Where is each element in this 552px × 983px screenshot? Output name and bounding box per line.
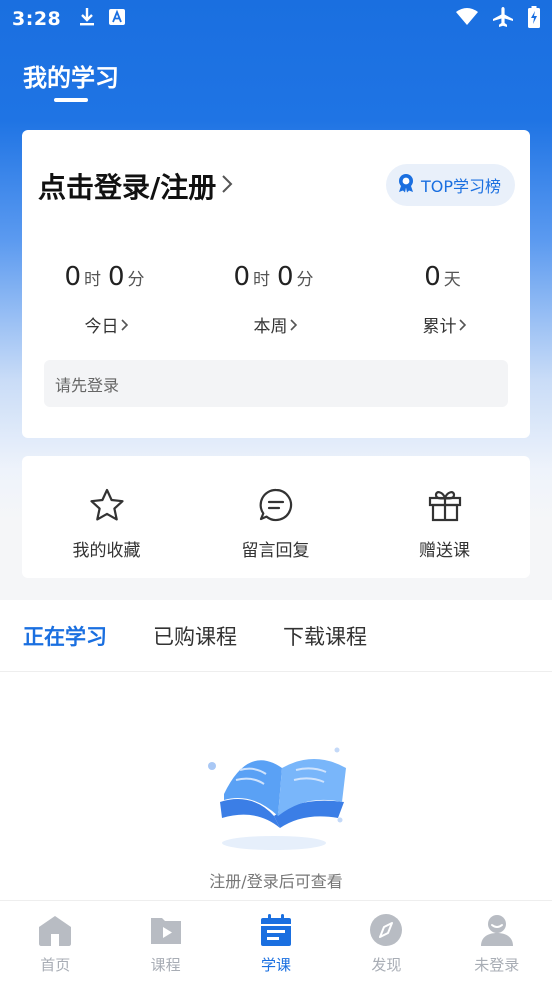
stat-today-minutes: 0 (108, 262, 125, 292)
stat-week-hours: 0 (233, 262, 250, 292)
chevron-right-icon (289, 318, 297, 331)
stat-total-link[interactable]: 累计 (360, 312, 529, 337)
status-bar: 3:28 (0, 0, 552, 38)
home-icon (38, 914, 72, 950)
login-notice[interactable]: 请先登录 (44, 360, 508, 407)
stat-total: 0 天 累计 (360, 262, 529, 337)
medal-icon (396, 173, 416, 197)
favorites-label: 我的收藏 (72, 541, 141, 561)
stat-week-link[interactable]: 本周 (191, 312, 360, 337)
app-notification-icon (109, 9, 126, 29)
minute-unit: 分 (296, 270, 314, 290)
bottom-nav: 首页 课程 学课 发现 未登录 (0, 900, 552, 983)
study-stats: 0 时 0 分 今日 0 时 0 分 本周 0 天 累计 (22, 262, 530, 337)
nav-courses[interactable]: 课程 (110, 901, 220, 983)
shortcuts-card: 我的收藏 留言回复 赠送课 (22, 456, 530, 578)
gift-course-button[interactable]: 赠送课 (360, 456, 529, 578)
nav-discover-label: 发现 (371, 956, 402, 974)
hour-unit: 时 (84, 270, 101, 290)
login-register-link[interactable]: 点击登录/注册 (38, 166, 234, 206)
download-icon (79, 7, 95, 31)
stat-today-hours: 0 (64, 262, 81, 292)
nav-profile-label: 未登录 (474, 956, 520, 974)
page-title: 我的学习 (23, 64, 119, 92)
replies-button[interactable]: 留言回复 (191, 456, 360, 578)
chevron-right-icon (120, 318, 128, 331)
course-tabs: 正在学习 已购课程 下载课程 (0, 600, 552, 672)
nav-home[interactable]: 首页 (0, 901, 110, 983)
battery-charging-icon (528, 6, 540, 32)
stat-week-minutes: 0 (277, 262, 294, 292)
user-icon (480, 914, 514, 950)
top-ranking-label: TOP学习榜 (420, 177, 501, 196)
chevron-right-icon (458, 318, 466, 331)
wifi-icon (456, 8, 478, 30)
gift-icon (427, 488, 463, 526)
stat-today: 0 时 0 分 今日 (22, 262, 191, 337)
replies-label: 留言回复 (241, 541, 310, 561)
open-book-illustration (196, 740, 356, 856)
nav-profile[interactable]: 未登录 (442, 901, 552, 983)
title-underline (54, 98, 88, 102)
hour-unit: 时 (253, 270, 270, 290)
chevron-right-icon (220, 170, 234, 203)
stat-week-label: 本周 (253, 317, 288, 337)
nav-home-label: 首页 (40, 956, 71, 974)
empty-state-text: 注册/登录后可查看 (209, 872, 343, 891)
course-tabs-section: 正在学习 已购课程 下载课程 注册/登录后可查看 (0, 600, 552, 900)
compass-icon (369, 914, 403, 950)
course-icon (149, 914, 183, 950)
stat-today-link[interactable]: 今日 (22, 312, 191, 337)
nav-study[interactable]: 学课 (221, 901, 331, 983)
stat-today-label: 今日 (84, 317, 119, 337)
stat-total-label: 累计 (422, 317, 457, 337)
calendar-icon (259, 914, 293, 950)
nav-study-label: 学课 (260, 956, 291, 974)
message-icon (258, 488, 294, 526)
stat-week: 0 时 0 分 本周 (191, 262, 360, 337)
favorites-button[interactable]: 我的收藏 (22, 456, 191, 578)
nav-courses-label: 课程 (150, 956, 181, 974)
status-time: 3:28 (12, 8, 62, 30)
tab-downloaded[interactable]: 下载课程 (283, 621, 367, 651)
nav-discover[interactable]: 发现 (331, 901, 441, 983)
gift-course-label: 赠送课 (419, 541, 470, 561)
star-icon (89, 488, 125, 526)
login-card: 点击登录/注册 TOP学习榜 0 时 0 分 今日 0 时 0 分 本周 0 天… (22, 130, 530, 438)
tab-purchased[interactable]: 已购课程 (153, 621, 237, 651)
stat-total-days: 0 (424, 262, 441, 292)
tab-learning[interactable]: 正在学习 (23, 621, 107, 651)
day-unit: 天 (443, 270, 461, 290)
minute-unit: 分 (127, 270, 145, 290)
login-register-label: 点击登录/注册 (38, 171, 217, 204)
airplane-icon (492, 6, 514, 32)
top-ranking-button[interactable]: TOP学习榜 (385, 164, 515, 206)
